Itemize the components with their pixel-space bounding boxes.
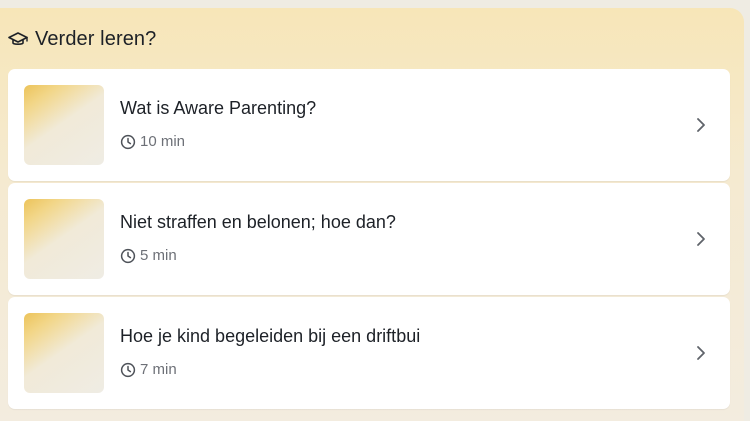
card-thumbnail [24, 85, 104, 165]
card-title: Niet straffen en belonen; hoe dan? [120, 212, 396, 232]
card-duration: 7 min [120, 361, 177, 378]
card-title: Hoe je kind begeleiden bij een driftbui [120, 326, 421, 346]
learning-card[interactable]: Hoe je kind begeleiden bij een driftbui … [8, 297, 730, 409]
card-duration: 5 min [120, 247, 177, 264]
graduation-cap-icon [8, 29, 28, 49]
chevron-right-icon [694, 229, 708, 249]
learning-card[interactable]: Wat is Aware Parenting? 10 min [8, 69, 730, 181]
chevron-right-icon [694, 115, 708, 135]
section-title: Verder leren? [35, 27, 157, 50]
chevron-right-icon [694, 343, 708, 363]
card-title: Wat is Aware Parenting? [120, 98, 317, 118]
learning-card[interactable]: Niet straffen en belonen; hoe dan? 5 min [8, 183, 730, 295]
learn-more-panel: Verder leren? Wat is Aware Parenting? 10… [0, 8, 744, 421]
card-thumbnail [24, 199, 104, 279]
duration-label: 5 min [140, 247, 177, 264]
clock-icon [120, 134, 136, 150]
card-thumbnail [24, 313, 104, 393]
clock-icon [120, 248, 136, 264]
clock-icon [120, 362, 136, 378]
section-header: Verder leren? [8, 26, 156, 52]
duration-label: 10 min [140, 133, 186, 150]
card-duration: 10 min [120, 133, 185, 150]
duration-label: 7 min [140, 361, 177, 378]
